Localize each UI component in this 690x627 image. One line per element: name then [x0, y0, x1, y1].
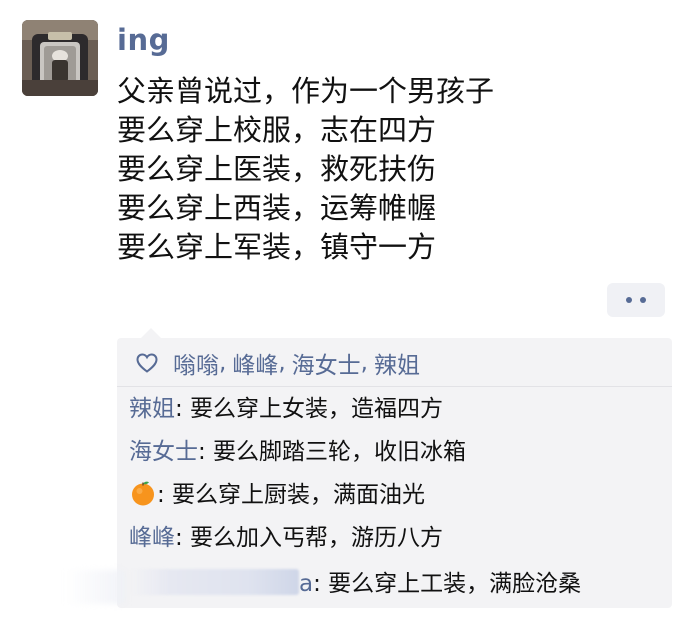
like-separator: , [360, 350, 368, 376]
post-content: 父亲曾说过，作为一个男孩子 要么穿上校服，志在四方 要么穿上医装，救死扶伤 要么… [117, 72, 657, 267]
avatar-photo-icon [22, 20, 98, 96]
post-line: 父亲曾说过，作为一个男孩子 [117, 74, 495, 108]
more-actions-button[interactable] [607, 283, 665, 317]
comment-text: : 要么穿上工装，满脸沧桑 [313, 571, 582, 597]
post-line: 要么穿上校服，志在四方 [117, 113, 437, 147]
avatar[interactable] [22, 20, 98, 96]
comment-author[interactable]: 辣姐 [129, 396, 175, 422]
comments-panel: 嗡嗡, 峰峰, 海女士, 辣姐 辣姐: 要么穿上女装，造福四方 海女士: 要么脚… [117, 328, 672, 608]
like-user[interactable]: 辣姐 [374, 346, 420, 380]
orange-icon[interactable] [129, 479, 157, 507]
comment-author[interactable]: a [299, 571, 313, 597]
post-line: 要么穿上军装，镇守一方 [117, 230, 437, 264]
heart-icon [135, 351, 159, 375]
comment-author-redacted[interactable] [129, 569, 299, 595]
more-dot-icon [626, 297, 632, 303]
redaction-blur [65, 570, 125, 604]
post-username[interactable]: ing [117, 20, 170, 60]
likes-row: 嗡嗡, 峰峰, 海女士, 辣姐 [135, 346, 420, 380]
likes-divider [117, 386, 672, 387]
comment-item[interactable]: 峰峰: 要么加入丐帮，游历八方 [129, 522, 443, 554]
post-line: 要么穿上医装，救死扶伤 [117, 152, 437, 186]
comment-item[interactable]: 辣姐: 要么穿上女装，造福四方 [129, 393, 443, 425]
comment-text: : 要么穿上女装，造福四方 [175, 396, 444, 422]
like-separator: , [219, 350, 227, 376]
post-line: 要么穿上西装，运筹帷幄 [117, 191, 437, 225]
like-user[interactable]: 嗡嗡 [173, 346, 219, 380]
like-user[interactable]: 峰峰 [232, 346, 278, 380]
comment-item[interactable]: : 要么穿上厨装，满面油光 [129, 479, 425, 511]
comment-author[interactable]: 峰峰 [129, 525, 175, 551]
comment-author[interactable]: 海女士 [129, 439, 198, 465]
comment-item[interactable]: a: 要么穿上工装，满脸沧桑 [129, 568, 581, 600]
comment-text: : 要么脚踏三轮，收旧冰箱 [198, 439, 467, 465]
more-dot-icon [640, 297, 646, 303]
like-separator: , [278, 350, 286, 376]
comment-text: : 要么加入丐帮，游历八方 [175, 525, 444, 551]
comment-text: : 要么穿上厨装，满面油光 [157, 482, 426, 508]
comment-item[interactable]: 海女士: 要么脚踏三轮，收旧冰箱 [129, 436, 466, 468]
like-user[interactable]: 海女士 [292, 346, 361, 380]
